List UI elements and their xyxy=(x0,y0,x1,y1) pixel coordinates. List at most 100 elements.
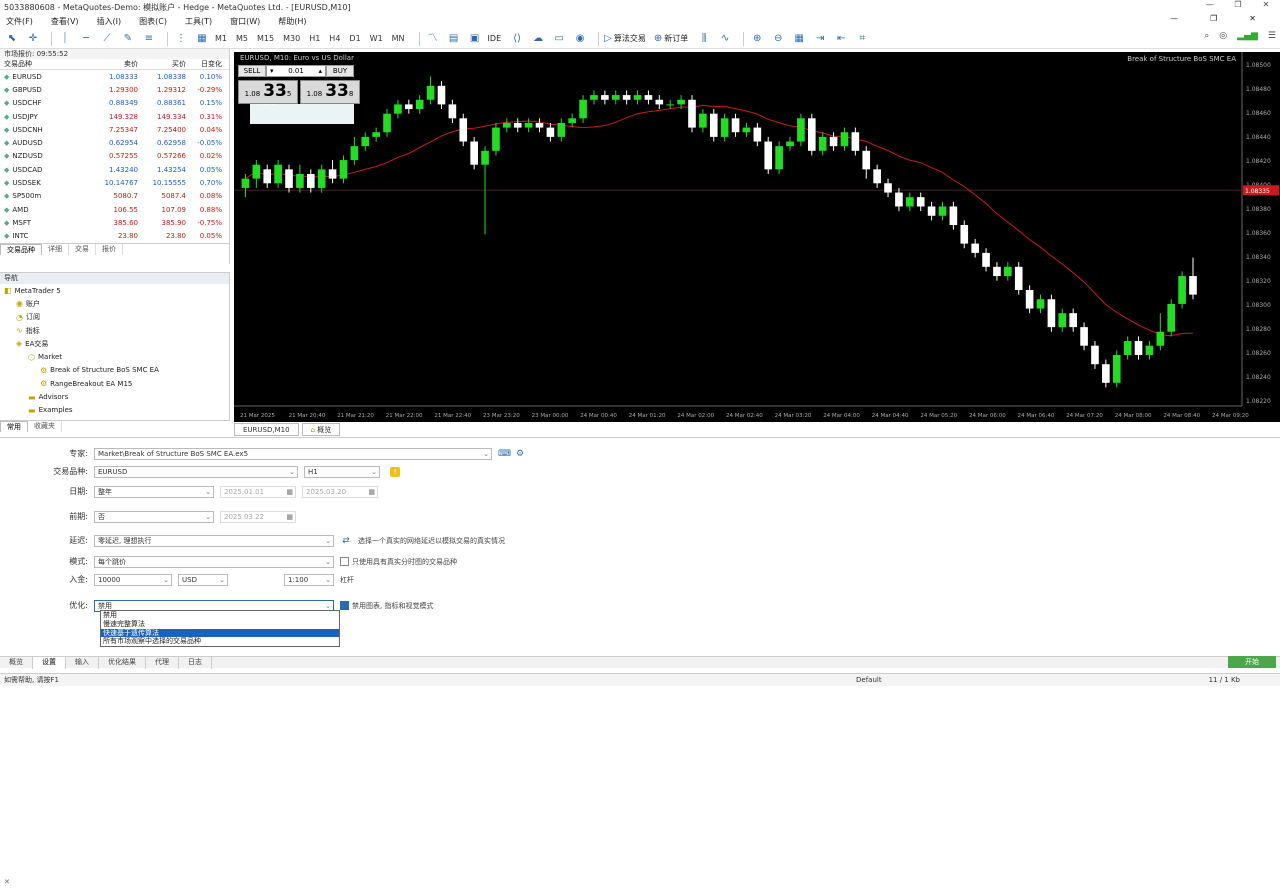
date-mode-select[interactable]: 整年 ⌄ xyxy=(94,485,214,498)
crosshair-icon[interactable]: ✛ xyxy=(25,31,41,47)
timeframe-w1[interactable]: W1 xyxy=(370,34,383,43)
tab-symbols[interactable]: 交易品种 xyxy=(0,243,42,255)
candlestick-chart[interactable]: 1.085001.084801.084601.084401.084201.084… xyxy=(234,52,1280,422)
table-row[interactable]: ◆ MSFT 385.60 385.90 -0.75% xyxy=(0,216,229,229)
table-row[interactable]: ◆ AUDUSD 0.62954 0.62958 -0.05% xyxy=(0,136,229,149)
sell-button[interactable]: SELL xyxy=(238,65,266,77)
tab-trading[interactable]: 交易 xyxy=(69,243,96,255)
text-tools-icon[interactable]: ⋮ xyxy=(173,31,189,47)
table-row[interactable]: ◆ USDJPY 149.328 149.334 0.31% xyxy=(0,110,229,123)
table-row[interactable]: ◆ USDSEK 10.14767 10.15555 0.70% xyxy=(0,176,229,189)
column-symbol[interactable]: 交易品种 xyxy=(0,59,92,69)
profit-input[interactable] xyxy=(250,104,354,124)
real-ticks-checkbox[interactable] xyxy=(340,557,349,566)
forward-select[interactable]: 否 ⌄ xyxy=(94,510,214,523)
channel-icon[interactable]: ≡ xyxy=(141,31,157,47)
cursor-icon[interactable]: ⬉ xyxy=(4,31,20,47)
timeframe-mn[interactable]: MN xyxy=(392,34,405,43)
tab-details[interactable]: 详细 xyxy=(42,243,69,255)
menu-charts[interactable]: 图表(C) xyxy=(139,16,167,27)
table-row[interactable]: ◆ USDCNH 7.25347 7.25400 0.04% xyxy=(0,123,229,136)
menu-insert[interactable]: 插入(I) xyxy=(97,16,122,27)
option-disabled[interactable]: 禁用 xyxy=(101,611,339,620)
objects-icon[interactable]: ▦ xyxy=(194,31,210,47)
sell-price[interactable]: 1.08 33 5 xyxy=(238,80,298,104)
symbol-properties-icon[interactable]: ! xyxy=(390,466,400,477)
tab-tester-agents[interactable]: 代理 xyxy=(146,657,179,669)
grid-icon[interactable]: ▦ xyxy=(791,31,807,47)
edit-code-icon[interactable]: ⌨ xyxy=(498,448,511,460)
mdi-minimize-button[interactable]: — xyxy=(1170,14,1178,23)
navigator-item[interactable]: ⚙ RangeBreakout EA M15 xyxy=(0,377,229,390)
symbol-select[interactable]: EURUSD ⌄ xyxy=(94,465,298,478)
tab-favorites[interactable]: 收藏夹 xyxy=(28,421,62,432)
horizontal-line-icon[interactable]: ─ xyxy=(78,31,94,47)
table-row[interactable]: ◆ USDCHF 0.88349 0.88361 0.15% xyxy=(0,97,229,110)
tab-common[interactable]: 常用 xyxy=(0,421,28,432)
mdi-close-button[interactable]: ✕ xyxy=(1249,14,1256,23)
currency-select[interactable]: USD ⌄ xyxy=(178,573,228,586)
pen-icon[interactable]: ✎ xyxy=(120,31,136,47)
depth-of-market-icon[interactable]: ⫼ xyxy=(696,31,712,47)
chart-shift-icon[interactable]: ⇤ xyxy=(833,31,849,47)
menu-icon[interactable]: ☰ xyxy=(1268,31,1276,41)
lot-down-icon[interactable]: ▾ xyxy=(270,67,274,75)
timeframe-m5[interactable]: M5 xyxy=(236,34,248,43)
tab-tester-settings[interactable]: 设置 xyxy=(33,657,66,669)
timeframe-h1[interactable]: H1 xyxy=(309,34,320,43)
close-panel-icon[interactable]: ✕ xyxy=(4,878,12,886)
network-icon[interactable]: ⇄ xyxy=(340,535,352,547)
minimize-button[interactable]: — xyxy=(1196,0,1224,14)
timeframe-m1[interactable]: M1 xyxy=(215,34,227,43)
new-order-button[interactable]: ⊕ 新订单 xyxy=(654,33,688,44)
start-button[interactable]: 开始 xyxy=(1228,656,1276,668)
lot-value[interactable]: 0.01 xyxy=(288,67,304,75)
menu-view[interactable]: 查看(V) xyxy=(51,16,79,27)
price-chart[interactable]: 1.085001.084801.084601.084401.084201.084… xyxy=(234,52,1280,422)
table-row[interactable]: ◆ USDCAD 1.43240 1.43254 0.05% xyxy=(0,163,229,176)
timeframe-d1[interactable]: D1 xyxy=(349,34,360,43)
navigator-item[interactable]: ◈ EA交易 xyxy=(0,337,229,350)
timeframe-select[interactable]: H1 ⌄ xyxy=(304,465,380,478)
mdi-restore-button[interactable]: ❐ xyxy=(1210,14,1217,23)
column-change[interactable]: 日变化 xyxy=(186,59,226,69)
table-row[interactable]: ◆ EURUSD 1.08333 1.08338 0.10% xyxy=(0,70,229,83)
trendline-icon[interactable]: ⟋ xyxy=(99,31,115,47)
table-row[interactable]: ◆ INTC 23.80 23.80 0.05% xyxy=(0,230,229,243)
vertical-line-icon[interactable]: ⏐ xyxy=(57,31,73,47)
date-to-picker[interactable]: 2025.03.20 ▦ xyxy=(302,485,378,498)
buy-button[interactable]: BUY xyxy=(326,65,354,77)
vps-icon[interactable]: ▭ xyxy=(551,31,567,47)
navigator-item[interactable]: ▬ Advisors xyxy=(0,390,229,403)
tab-tester-journal[interactable]: 日志 xyxy=(179,657,212,669)
menu-tools[interactable]: 工具(T) xyxy=(185,16,212,27)
deposit-select[interactable]: 10000 ⌄ xyxy=(94,573,172,586)
chart-line-icon[interactable]: ∿ xyxy=(717,31,733,47)
templates-icon[interactable]: ▤ xyxy=(446,31,462,47)
cloud-icon[interactable]: ☁ xyxy=(530,31,546,47)
timeframe-m30[interactable]: M30 xyxy=(283,34,300,43)
table-row[interactable]: ◆ AMD 106.55 107.09 0.88% xyxy=(0,203,229,216)
tab-tester-inputs[interactable]: 输入 xyxy=(66,657,99,669)
tab-chart-eurusd[interactable]: EURUSD,M10 xyxy=(234,423,299,436)
delays-select[interactable]: 零延迟, 理想执行 ⌄ xyxy=(94,534,334,547)
zoom-out-icon[interactable]: ⊖ xyxy=(770,31,786,47)
screenshot-icon[interactable]: ⌗ xyxy=(854,31,870,47)
settings-icon[interactable]: ⚙ xyxy=(514,448,526,460)
navigator-item[interactable]: ◉ 账户 xyxy=(0,297,229,310)
navigator-item[interactable]: ∿ 指标 xyxy=(0,324,229,337)
menu-window[interactable]: 窗口(W) xyxy=(230,16,260,27)
table-row[interactable]: ◆ NZDUSD 0.57255 0.57266 0.02% xyxy=(0,150,229,163)
visual-mode-checkbox[interactable] xyxy=(340,601,349,610)
column-bid[interactable]: 卖价 xyxy=(92,59,138,69)
tab-tester-overview[interactable]: 概览 xyxy=(0,657,33,669)
tab-tester-optimization-results[interactable]: 优化结果 xyxy=(99,657,146,669)
navigator-item[interactable]: ⬡ Market xyxy=(0,350,229,363)
column-ask[interactable]: 买价 xyxy=(138,59,186,69)
signals-icon[interactable]: ◉ xyxy=(572,31,588,47)
leverage-select[interactable]: 1:100 ⌄ xyxy=(284,573,334,586)
menu-help[interactable]: 帮助(H) xyxy=(278,16,306,27)
timeframe-m15[interactable]: M15 xyxy=(257,34,274,43)
option-slow-complete[interactable]: 慢速完整算法 xyxy=(101,620,339,629)
menu-file[interactable]: 文件(F) xyxy=(6,16,33,27)
